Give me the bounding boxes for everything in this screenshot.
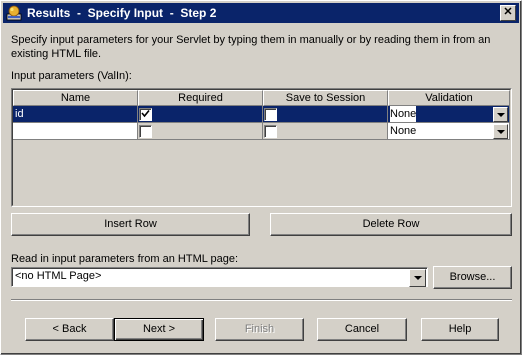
cancel-button[interactable]: Cancel	[317, 318, 407, 341]
params-table[interactable]: Name Required Save to Session Validation…	[11, 88, 512, 207]
html-page-value: <no HTML Page>	[15, 270, 102, 282]
required-checkbox[interactable]	[139, 125, 152, 138]
instructions-text: Specify input parameters for your Servle…	[11, 34, 491, 60]
close-icon[interactable]: ✕	[500, 5, 516, 21]
required-checkbox[interactable]	[139, 108, 152, 121]
save-to-session-cell[interactable]	[263, 106, 388, 123]
browse-button[interactable]: Browse...	[433, 266, 512, 289]
validation-cell[interactable]: None	[388, 123, 510, 140]
params-label: Input parameters (ValIn):	[11, 70, 132, 82]
column-header-save-to-session[interactable]: Save to Session	[263, 90, 388, 106]
html-page-label: Read in input parameters from an HTML pa…	[11, 253, 239, 265]
save-to-session-checkbox[interactable]	[264, 125, 277, 138]
divider	[11, 299, 512, 301]
required-cell[interactable]	[138, 123, 263, 140]
table-row[interactable]: None	[13, 123, 510, 140]
next-button[interactable]: Next >	[114, 318, 204, 341]
required-cell[interactable]	[138, 106, 263, 123]
name-cell[interactable]: id	[13, 106, 138, 123]
table-row[interactable]: id None	[13, 106, 510, 123]
window-title: Results - Specify Input - Step 2	[27, 6, 217, 20]
validation-value: None	[390, 106, 417, 122]
html-page-select[interactable]: <no HTML Page>	[11, 267, 428, 287]
column-header-validation[interactable]: Validation	[388, 90, 510, 106]
results-wizard-icon	[6, 5, 22, 21]
validation-cell[interactable]: None	[388, 106, 510, 123]
insert-row-button[interactable]: Insert Row	[11, 213, 250, 236]
column-header-name[interactable]: Name	[13, 90, 138, 106]
save-to-session-checkbox[interactable]	[264, 108, 277, 121]
back-button[interactable]: < Back	[25, 318, 114, 341]
save-to-session-cell[interactable]	[263, 123, 388, 140]
name-cell[interactable]	[13, 123, 138, 140]
finish-button: Finish	[215, 318, 304, 341]
column-header-required[interactable]: Required	[138, 90, 263, 106]
title-bar[interactable]: Results - Specify Input - Step 2 ✕	[3, 3, 519, 23]
delete-row-button[interactable]: Delete Row	[270, 213, 512, 236]
chevron-down-icon[interactable]	[409, 269, 426, 287]
dialog-window: Results - Specify Input - Step 2 ✕ Speci…	[0, 0, 522, 355]
validation-value: None	[390, 125, 417, 137]
chevron-down-icon[interactable]	[493, 107, 508, 122]
chevron-down-icon[interactable]	[493, 124, 508, 139]
help-button[interactable]: Help	[421, 318, 499, 341]
checkmark-icon	[141, 109, 150, 118]
